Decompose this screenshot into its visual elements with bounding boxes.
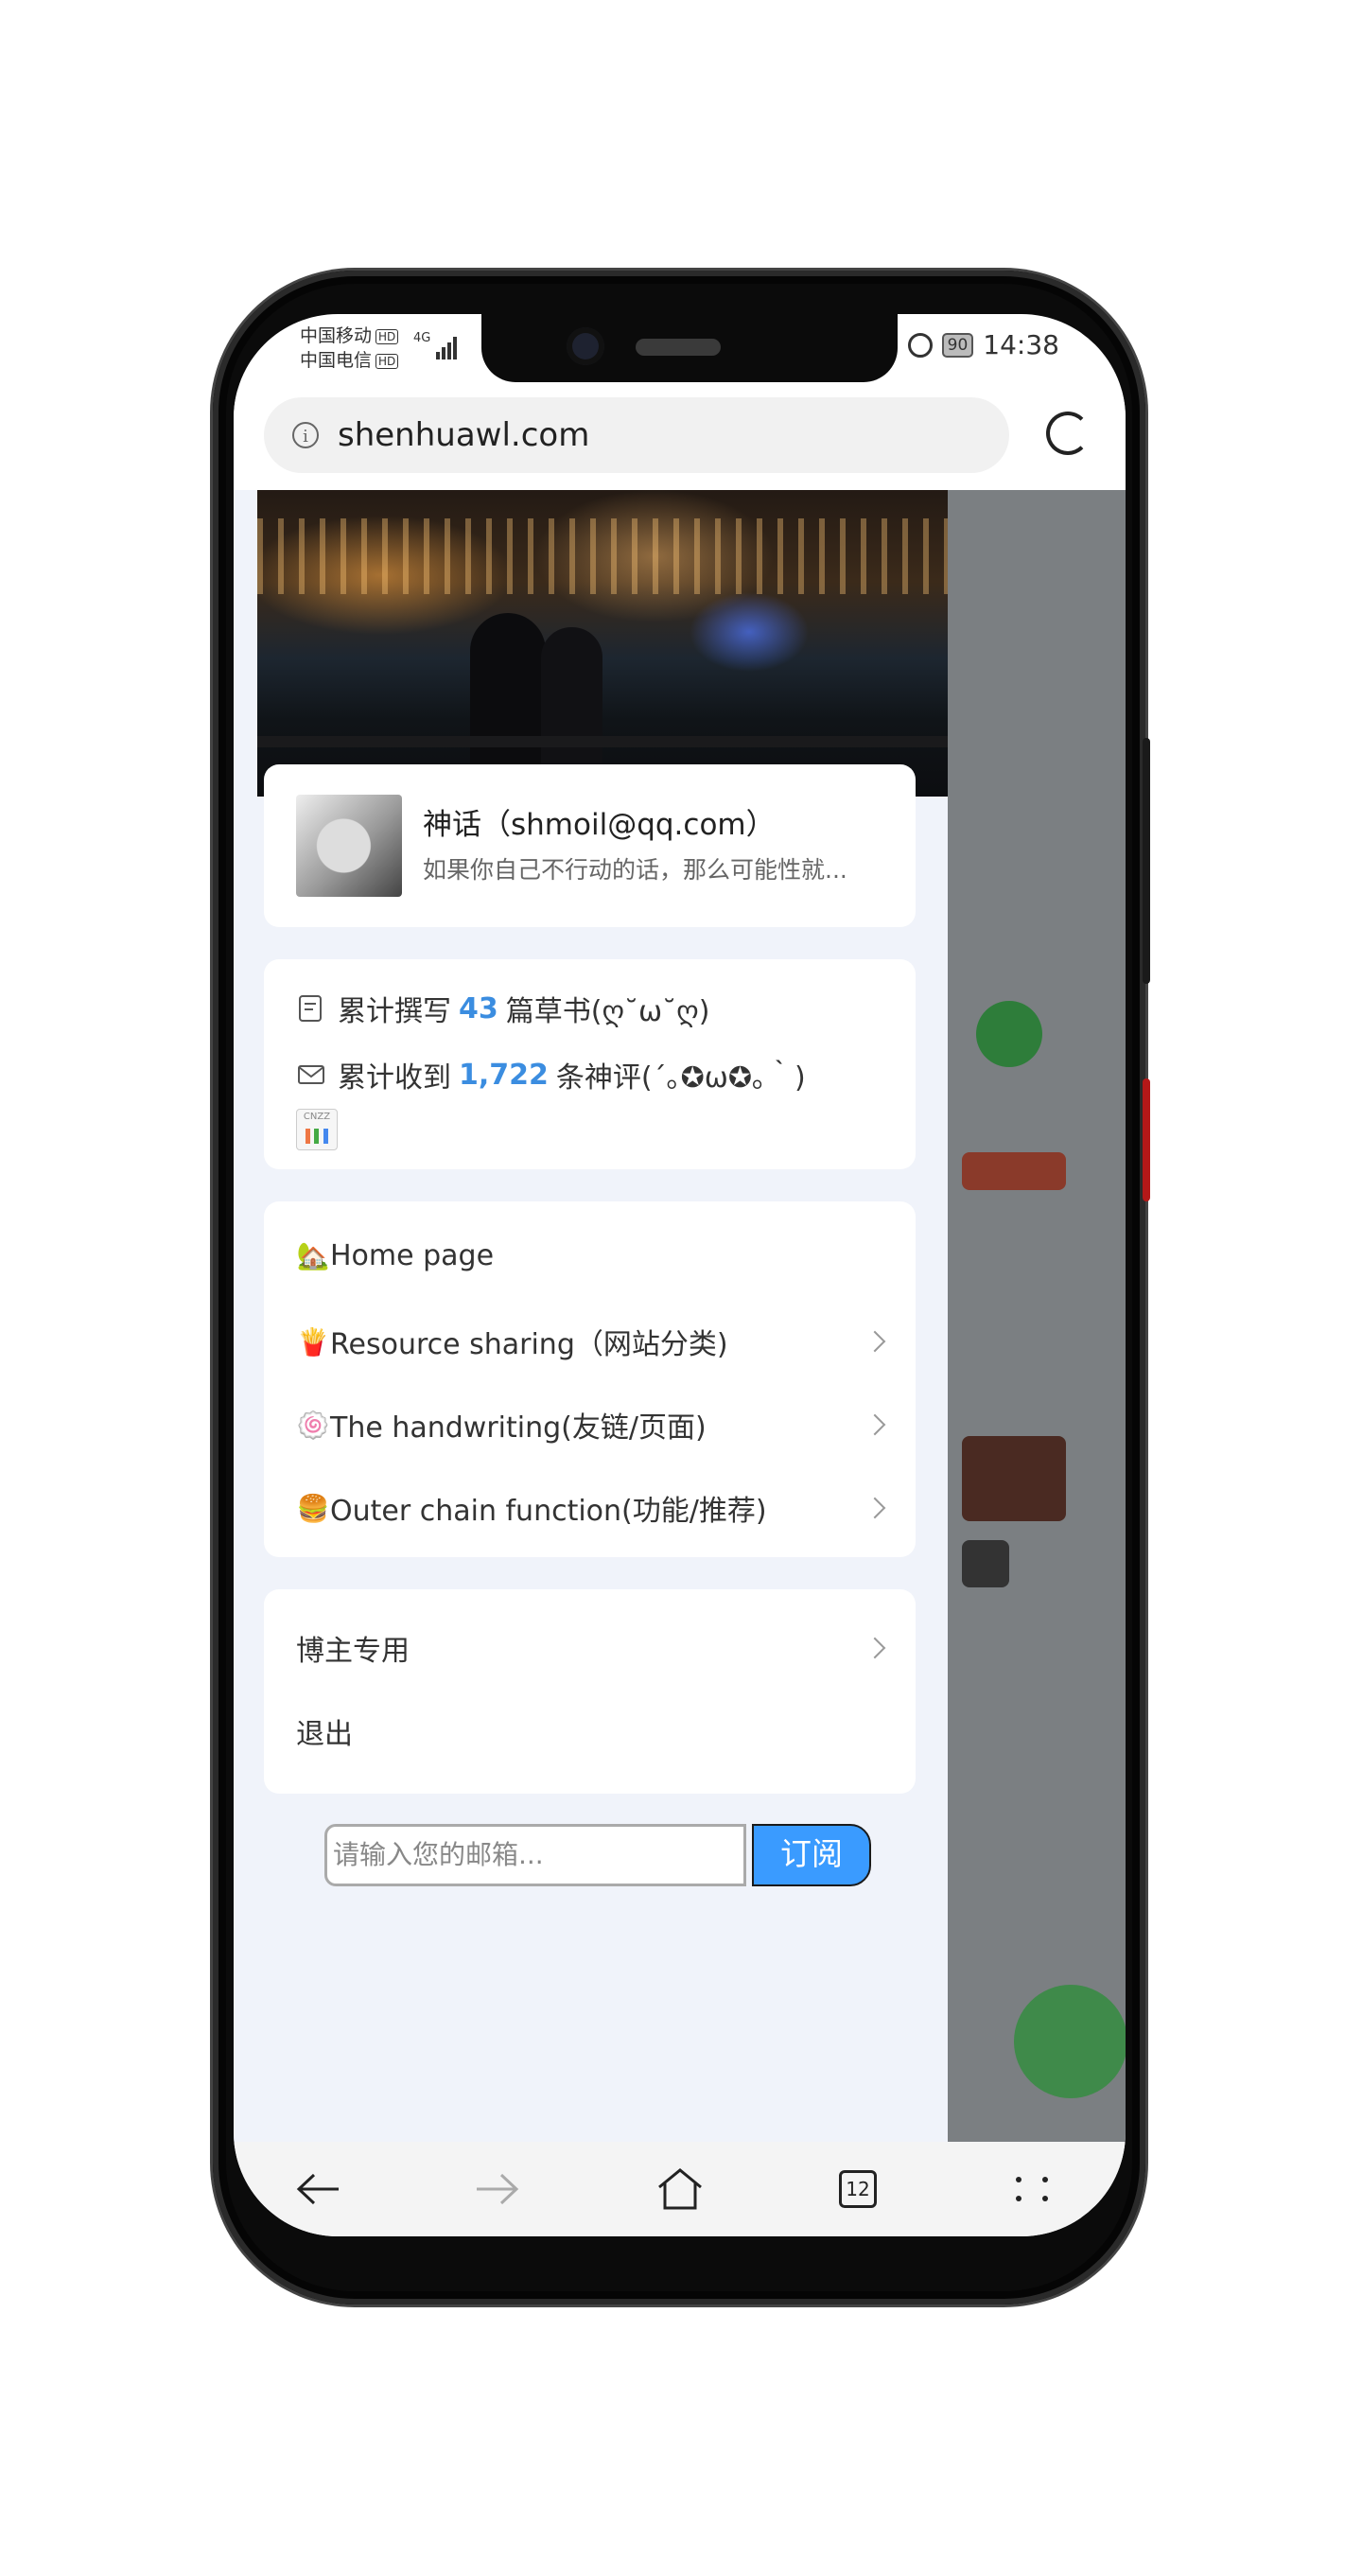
phone-screen: 中国移动 HD 中国电信 HD 4G 90 14:38 i shenhuawl.co… — [234, 314, 1126, 2236]
background-dark-block — [962, 1540, 1009, 1587]
home-icon — [658, 2168, 702, 2210]
background-red-banner — [962, 1152, 1066, 1190]
chevron-right-icon — [864, 1497, 886, 1519]
status-right: 90 14:38 — [907, 329, 1059, 360]
address-bar: i shenhuawl.com — [234, 390, 1126, 490]
back-button[interactable] — [290, 2163, 347, 2216]
menu-item-outer-chain[interactable]: 🍔 Outer chain function(功能/推荐) — [296, 1487, 886, 1529]
subscribe-button[interactable]: 订阅 — [752, 1824, 871, 1886]
subscribe-form: 请输入您的邮箱... 订阅 — [324, 1824, 873, 1886]
tabs-count-icon: 12 — [839, 2170, 877, 2208]
menu-item-blogger-only[interactable]: 博主专用 — [296, 1627, 886, 1669]
house-icon: 🏡 — [296, 1240, 330, 1271]
menu-item-logout[interactable]: 退出 — [296, 1710, 882, 1752]
mail-icon — [298, 1065, 324, 1084]
cnzz-stats-icon[interactable]: CNZZ — [296, 1109, 338, 1150]
comments-stat: 累计收到 1,722 条神评(´｡✪ω✪｡｀) — [296, 1054, 806, 1095]
header-image — [257, 490, 948, 797]
burger-icon: 🍔 — [296, 1492, 330, 1524]
menu-button[interactable] — [1007, 2163, 1064, 2216]
power-button — [1143, 738, 1150, 984]
earpiece-speaker — [636, 339, 721, 356]
admin-card: 博主专用 退出 — [264, 1589, 916, 1794]
signal-icon — [436, 337, 457, 359]
avatar[interactable] — [296, 795, 402, 897]
carrier-1: 中国移动 HD — [300, 325, 399, 346]
front-camera — [567, 327, 604, 365]
side-drawer: 神话（shmoil@qq.com） 如果你自己不行动的话，那么可能性就... 累… — [234, 490, 948, 2142]
background-page-overlay[interactable] — [948, 490, 1126, 2142]
browser-bottom-bar: 12 — [234, 2142, 1126, 2236]
stats-card: 累计撰写 43 篇草书(ღ˘ω˘ღ) 累计收到 1,722 条神评(´｡✪ω✪｡… — [264, 959, 916, 1169]
volume-button — [1143, 1078, 1150, 1201]
comments-count: 1,722 — [459, 1058, 549, 1092]
more-dots-icon — [1016, 2177, 1056, 2201]
menu-item-home[interactable]: 🏡 Home page — [296, 1239, 882, 1272]
clock: 14:38 — [983, 329, 1059, 360]
chevron-right-icon — [864, 1637, 886, 1659]
posts-stat: 累计撰写 43 篇草书(ღ˘ω˘ღ) — [296, 988, 709, 1029]
back-arrow-icon — [296, 2173, 339, 2205]
info-icon[interactable]: i — [292, 422, 319, 448]
menu-item-resource-sharing[interactable]: 🍟 Resource sharing（网站分类) — [296, 1321, 886, 1362]
profile-name: 神话（shmoil@qq.com） — [423, 808, 776, 842]
alarm-icon — [907, 332, 933, 358]
background-green-button — [976, 1001, 1042, 1067]
profile-card[interactable]: 神话（shmoil@qq.com） 如果你自己不行动的话，那么可能性就... — [264, 764, 916, 927]
background-image-block — [962, 1436, 1066, 1521]
posts-count: 43 — [459, 991, 498, 1025]
fishcake-icon: 🍥 — [296, 1409, 330, 1441]
menu-item-handwriting[interactable]: 🍥 The handwriting(友链/页面) — [296, 1404, 886, 1446]
email-input[interactable]: 请输入您的邮箱... — [324, 1824, 746, 1886]
network-label: 4G — [413, 331, 431, 345]
profile-motto: 如果你自己不行动的话，那么可能性就... — [423, 856, 847, 884]
carrier-2: 中国电信 HD — [300, 350, 399, 371]
url-field[interactable]: i shenhuawl.com — [264, 397, 1009, 473]
document-icon — [299, 995, 322, 1022]
chevron-right-icon — [864, 1413, 886, 1436]
forward-button[interactable] — [468, 2163, 525, 2216]
page-content: 神话（shmoil@qq.com） 如果你自己不行动的话，那么可能性就... 累… — [234, 490, 1126, 2142]
chevron-right-icon — [864, 1330, 886, 1353]
background-green-fab — [1014, 1985, 1126, 2098]
home-button[interactable] — [652, 2163, 708, 2216]
tabs-button[interactable]: 12 — [829, 2163, 886, 2216]
fries-icon: 🍟 — [296, 1325, 330, 1358]
status-bar: 中国移动 HD 中国电信 HD 4G 90 14:38 — [234, 314, 1126, 390]
battery-icon: 90 — [941, 332, 974, 358]
url-text: shenhuawl.com — [338, 416, 590, 454]
forward-arrow-icon — [477, 2173, 519, 2205]
reload-icon[interactable] — [1046, 412, 1090, 455]
menu-card: 🏡 Home page 🍟 Resource sharing（网站分类) 🍥 T… — [264, 1201, 916, 1557]
